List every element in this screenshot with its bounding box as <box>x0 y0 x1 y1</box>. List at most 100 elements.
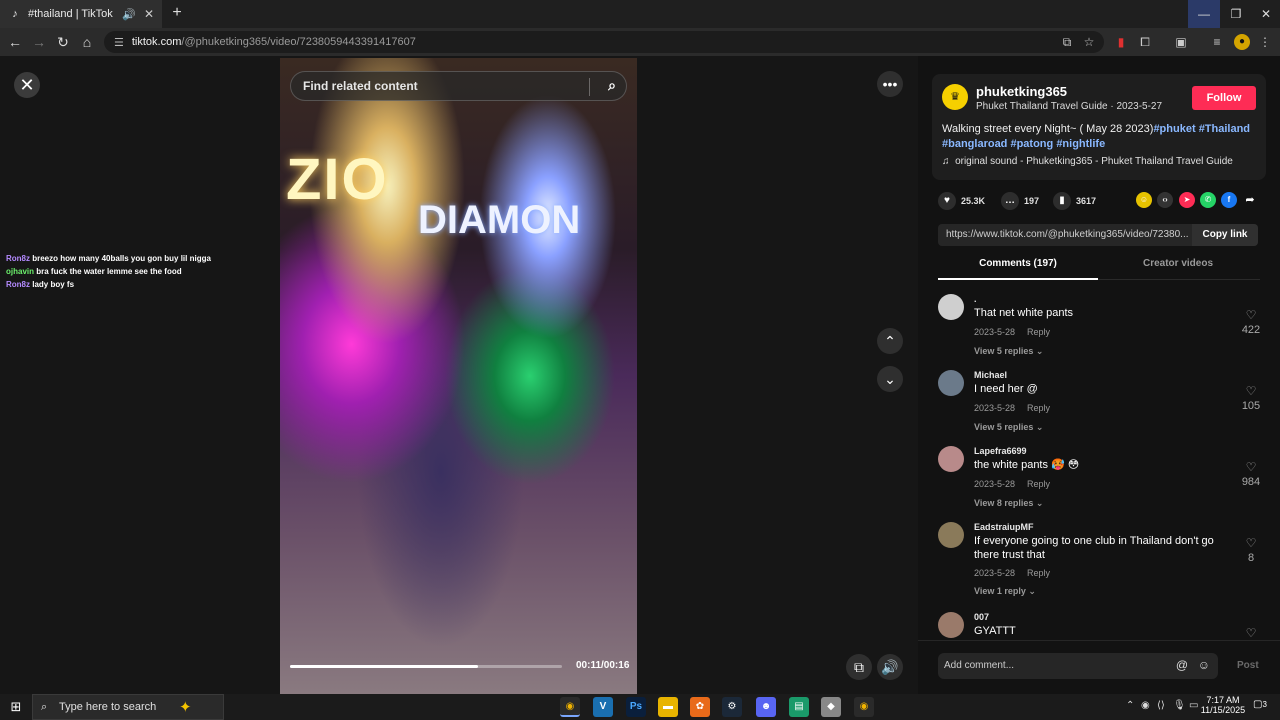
hashtag-link[interactable]: #phuket <box>1153 123 1195 135</box>
related-search-input[interactable]: Find related content ⌕ <box>290 71 627 101</box>
file-explorer-taskbar-icon[interactable]: ▬ <box>658 697 678 717</box>
tray-overflow-icon[interactable]: ⌃ <box>1126 700 1134 711</box>
whatsapp-icon[interactable]: ✆ <box>1200 192 1216 208</box>
add-comment-input[interactable]: Add comment... @ ☺ <box>938 653 1218 679</box>
comment-like[interactable]: ♡ 8 <box>1236 536 1266 564</box>
author-avatar[interactable]: ♛ <box>942 84 968 110</box>
video-player[interactable]: ZIO DIAMON <box>280 58 637 694</box>
commenter-name[interactable]: EadstraiupMF <box>974 522 1034 532</box>
cast-icon[interactable]: ⧉ <box>1058 33 1076 51</box>
commenter-name[interactable]: Lapefra6699 <box>974 446 1027 456</box>
back-button[interactable]: ← <box>6 33 24 51</box>
commenter-name[interactable]: 007 <box>974 612 989 622</box>
tab-close-icon[interactable]: ✕ <box>144 7 154 21</box>
tab-audio-icon[interactable]: 🔊 <box>122 8 136 21</box>
view-replies-label: View 1 reply <box>974 586 1026 596</box>
fl-studio-taskbar-icon[interactable]: ✿ <box>690 697 710 717</box>
browser-tab[interactable]: ♪ #thailand | TikTok 🔊 ✕ <box>0 0 162 28</box>
commenter-name[interactable]: Michael <box>974 370 1007 380</box>
hashtag-link[interactable]: #banglaroad <box>942 138 1007 150</box>
commenter-avatar[interactable] <box>938 294 964 320</box>
comment-like[interactable]: ♡ 422 <box>1236 308 1266 336</box>
view-replies-button[interactable]: View 5 replies ⌄ <box>974 422 1043 433</box>
hashtag-link[interactable]: #Thailand <box>1199 123 1250 135</box>
reply-button[interactable]: Reply <box>1027 327 1050 337</box>
hashtag-link[interactable]: #nightlife <box>1056 138 1105 150</box>
microphone-icon[interactable]: 🎙 <box>1173 700 1186 711</box>
reading-list-icon[interactable]: ▣ <box>1172 33 1190 51</box>
discord-taskbar-icon[interactable]: ☻ <box>756 697 776 717</box>
reload-button[interactable]: ↻ <box>54 33 72 51</box>
comment-stat[interactable]: … 197 <box>1001 192 1039 210</box>
more-options-icon[interactable]: ••• <box>877 71 903 97</box>
bookmark-star-icon[interactable]: ☆ <box>1080 33 1098 51</box>
site-info-icon[interactable]: ☰ <box>114 36 124 49</box>
address-bar[interactable]: ☰ tiktok.com /@phuketking365/video/72380… <box>104 31 1104 53</box>
vscode-taskbar-icon[interactable]: V <box>593 697 613 717</box>
view-replies-button[interactable]: View 8 replies ⌄ <box>974 498 1043 509</box>
embed-icon[interactable]: ‹› <box>1157 192 1173 208</box>
extension-record-icon[interactable]: ▮ <box>1112 33 1130 51</box>
app-shield-taskbar-icon[interactable]: ◆ <box>821 697 841 717</box>
new-tab-button[interactable]: + <box>168 4 186 22</box>
facebook-icon[interactable]: f <box>1221 192 1237 208</box>
commenter-avatar[interactable] <box>938 522 964 548</box>
comment-like-count: 422 <box>1241 324 1261 336</box>
mention-icon[interactable]: @ <box>1176 658 1188 672</box>
comment-like[interactable]: ♡ 984 <box>1236 460 1266 488</box>
search-icon[interactable]: ⌕ <box>608 77 616 94</box>
video-progress-bar[interactable] <box>290 665 562 668</box>
share-url[interactable]: https://www.tiktok.com/@phuketking365/vi… <box>946 229 1191 240</box>
reply-button[interactable]: Reply <box>1027 568 1050 578</box>
windows-start-icon[interactable]: ⊞ <box>8 699 24 715</box>
comment-like[interactable]: ♡ 105 <box>1236 384 1266 412</box>
reply-button[interactable]: Reply <box>1027 403 1050 413</box>
share-arrow-icon[interactable]: ➦ <box>1242 192 1258 208</box>
tab-creator-videos[interactable]: Creator videos <box>1098 258 1258 280</box>
chrome-taskbar-icon[interactable]: ◉ <box>560 697 580 717</box>
commenter-name[interactable]: . <box>974 294 977 304</box>
browser-menu-icon[interactable]: ⋮ <box>1256 33 1274 51</box>
commenter-avatar[interactable] <box>938 370 964 396</box>
chrome-alt-taskbar-icon[interactable]: ◉ <box>854 697 874 717</box>
window-restore-button[interactable]: ❐ <box>1220 0 1252 28</box>
close-video-button[interactable]: ✕ <box>14 72 40 98</box>
commenter-avatar[interactable] <box>938 446 964 472</box>
photoshop-taskbar-icon[interactable]: Ps <box>626 697 646 717</box>
steam-taskbar-icon[interactable]: ⚙ <box>722 697 742 717</box>
commenter-avatar[interactable] <box>938 612 964 638</box>
taskbar-search[interactable]: ⌕ Type here to search ✦ <box>32 694 224 720</box>
view-replies-button[interactable]: View 5 replies ⌄ <box>974 346 1043 357</box>
home-button[interactable]: ⌂ <box>78 33 96 51</box>
tab-comments[interactable]: Comments (197) <box>938 258 1098 280</box>
media-controls-icon[interactable]: ≡ <box>1208 33 1226 51</box>
view-replies-button[interactable]: View 1 reply ⌄ <box>974 586 1036 597</box>
window-minimize-button[interactable]: — <box>1188 0 1220 28</box>
like-stat[interactable]: ♥ 25.3K <box>938 192 985 210</box>
app-taskbar-icon[interactable]: ▤ <box>789 697 809 717</box>
author-name[interactable]: phuketking365 <box>976 84 1067 99</box>
volume-icon[interactable]: 🔊 <box>877 654 903 680</box>
emoji-icon[interactable]: ☺ <box>1198 658 1210 672</box>
tray-network-icon[interactable]: ⟨⟩ <box>1157 700 1165 711</box>
extensions-puzzle-icon[interactable]: ⧠ <box>1136 33 1154 51</box>
sound-link[interactable]: ♫ original sound - Phuketking365 - Phuke… <box>942 156 1233 167</box>
save-stat[interactable]: ▮ 3617 <box>1053 192 1096 210</box>
follow-button[interactable]: Follow <box>1192 86 1256 110</box>
previous-video-button[interactable]: ⌃ <box>877 328 903 354</box>
post-button[interactable]: Post <box>1237 660 1259 671</box>
notification-icon[interactable]: ▢3 <box>1252 699 1268 715</box>
profile-avatar[interactable]: ● <box>1234 34 1250 50</box>
share-friends-icon[interactable]: ☺ <box>1136 192 1152 208</box>
next-video-button[interactable]: ⌄ <box>877 366 903 392</box>
mini-player-icon[interactable]: ⧉ <box>846 654 872 680</box>
copy-link-button[interactable]: Copy link <box>1192 224 1258 246</box>
forward-button[interactable]: → <box>30 33 48 51</box>
taskbar-clock[interactable]: 7:17 AM 11/15/2025 <box>1198 695 1248 715</box>
reply-button[interactable]: Reply <box>1027 479 1050 489</box>
tray-app-icon[interactable]: ◉ <box>1141 700 1150 711</box>
send-icon[interactable]: ➤ <box>1179 192 1195 208</box>
hashtag-link[interactable]: #patong <box>1010 138 1053 150</box>
window-close-button[interactable]: ✕ <box>1250 0 1280 28</box>
comment-like[interactable]: ♡ <box>1236 626 1266 638</box>
